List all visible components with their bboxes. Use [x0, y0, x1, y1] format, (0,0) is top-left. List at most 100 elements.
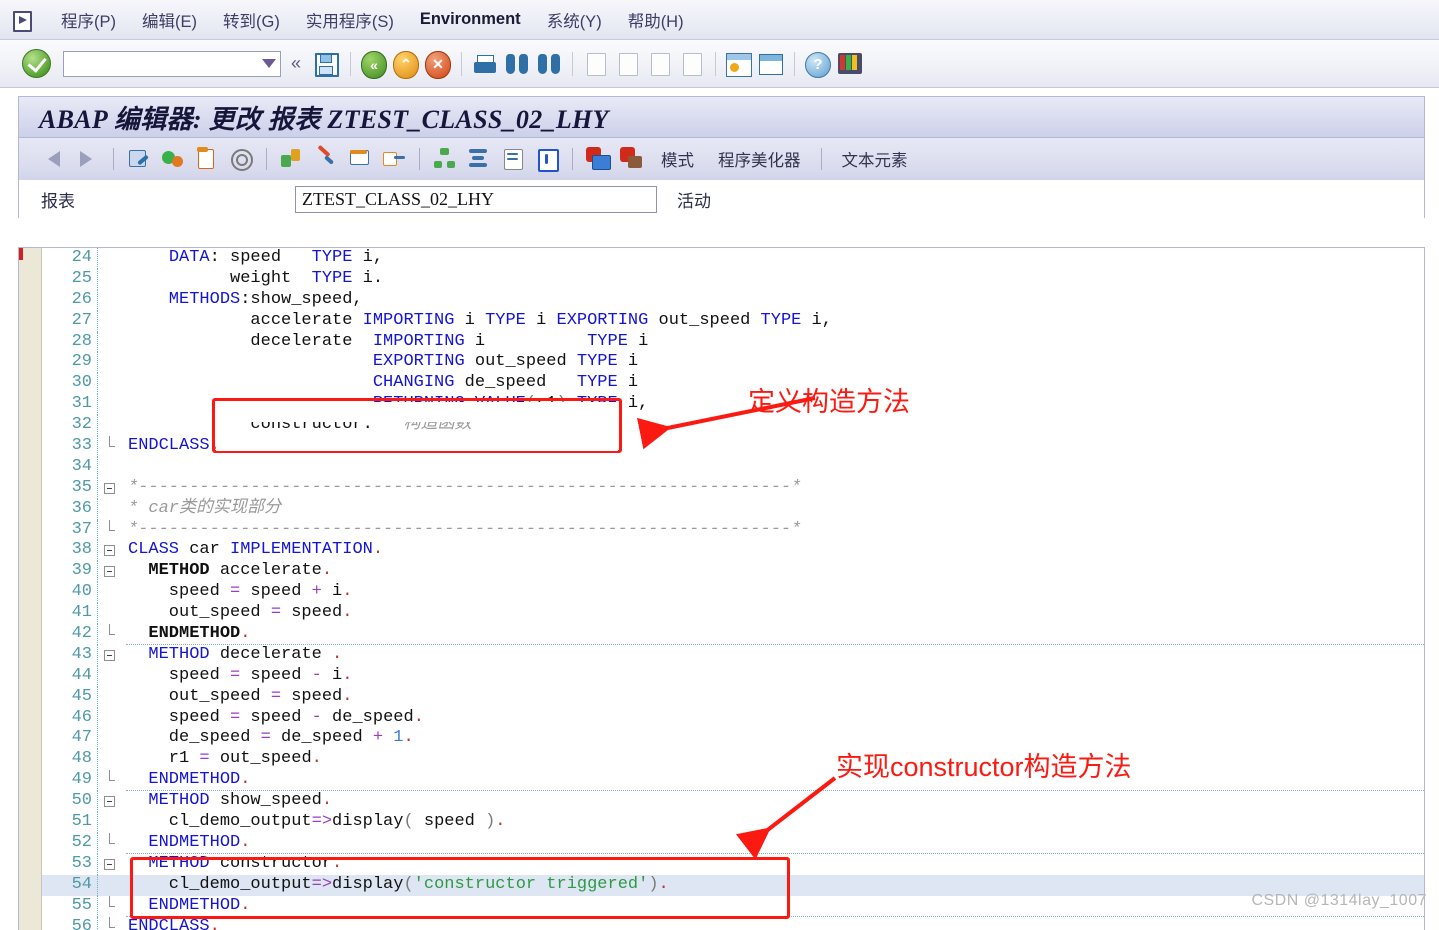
annotation-implement-constructor-text: 实现constructor构造方法 [836, 752, 1132, 782]
outline-icon[interactable] [465, 145, 493, 173]
code-line[interactable]: 56 ENDCLASS. [42, 916, 1424, 930]
last-page-icon[interactable] [678, 50, 706, 78]
code-line[interactable]: 53 METHOD constructor. [42, 853, 1424, 875]
code-line[interactable]: 26 METHODS:show_speed, [42, 289, 1424, 311]
report-name-input[interactable]: ZTEST_CLASS_02_LHY [295, 185, 657, 213]
code-text: out_speed = speed. [128, 603, 353, 623]
text-elements-button[interactable]: 文本元素 [842, 147, 908, 171]
editor-toolbar-divider [820, 148, 822, 170]
breakpoint-icon[interactable] [618, 145, 646, 173]
pretty-printer-button[interactable]: 程序美化器 [718, 147, 801, 171]
code-line[interactable]: 49 ENDMETHOD. [42, 770, 1424, 792]
code-line[interactable]: 27 accelerate IMPORTING i TYPE i EXPORTI… [42, 310, 1424, 332]
document-icon[interactable] [499, 145, 527, 173]
mode-button[interactable]: 模式 [661, 147, 694, 171]
code-line[interactable]: 54 cl_demo_output=>display('constructor … [42, 874, 1424, 896]
insert-statement-icon[interactable] [278, 145, 306, 173]
code-text: CLASS car IMPLEMENTATION. [128, 540, 384, 560]
code-line[interactable]: 48 r1 = out_speed. [42, 749, 1424, 771]
line-number: 51 [42, 812, 98, 833]
display-object-list-icon[interactable] [346, 145, 374, 173]
code-text: accelerate IMPORTING i TYPE i EXPORTING … [128, 310, 832, 330]
code-line[interactable]: 46 speed = speed - de_speed. [42, 707, 1424, 729]
menu-item-system[interactable]: 系统(Y) [534, 4, 615, 36]
code-line[interactable]: 34 [42, 456, 1424, 478]
help-icon[interactable]: ? [804, 50, 832, 78]
where-used-icon[interactable] [431, 145, 459, 173]
code-line[interactable]: 29 EXPORTING out_speed TYPE i [42, 352, 1424, 374]
menu-item-goto[interactable]: 转到(G) [210, 4, 293, 36]
toolbar-divider [350, 51, 352, 76]
check-syntax-icon[interactable] [125, 145, 153, 173]
line-number: 55 [42, 895, 98, 917]
menu-item-edit[interactable]: 编辑(E) [129, 4, 210, 36]
code-editor[interactable]: 24 DATA: speed TYPE i, 25 weight TYPE i. 2… [18, 247, 1425, 930]
cancel-icon[interactable]: ✕ [424, 50, 452, 79]
back-icon[interactable]: « [360, 50, 388, 79]
line-number: 42 [42, 624, 98, 645]
editor-toolbar-divider [419, 148, 420, 170]
code-line[interactable]: 40 speed = speed + i. [42, 582, 1424, 604]
line-number: 48 [42, 749, 98, 771]
line-number: 54 [42, 874, 98, 896]
line-number: 40 [42, 582, 98, 604]
code-line[interactable]: 50 METHOD show_speed. [42, 791, 1424, 813]
line-number: 37 [42, 519, 98, 541]
code-line[interactable]: 25 weight TYPE i. [42, 268, 1424, 290]
toolbar-chevron-icon[interactable]: « [291, 53, 301, 74]
find-next-icon[interactable] [535, 50, 563, 78]
menu-item-program[interactable]: 程序(P) [48, 4, 129, 36]
code-text: ENDCLASS. [128, 916, 220, 930]
pattern-icon[interactable] [227, 145, 255, 173]
print-icon[interactable] [471, 50, 499, 78]
copy-icon[interactable] [193, 145, 221, 173]
code-line[interactable]: 39 METHOD accelerate. [42, 561, 1424, 583]
code-line[interactable]: 30 CHANGING de_speed TYPE i [42, 373, 1424, 395]
code-line[interactable]: 35 *-------------------------------------… [42, 477, 1424, 499]
code-line[interactable]: 52 ENDMETHOD. [42, 832, 1424, 854]
code-line[interactable]: 38 CLASS car IMPLEMENTATION. [42, 540, 1424, 562]
editor-toolbar-divider [113, 148, 114, 170]
enter-ok-icon[interactable] [22, 49, 51, 78]
main-toolbar: « « ⌃ ✕ ? [0, 40, 1439, 88]
create-session-icon[interactable] [725, 50, 753, 78]
code-line[interactable]: 37 *-------------------------------------… [42, 519, 1424, 541]
code-line[interactable]: 47 de_speed = de_speed + 1. [42, 728, 1424, 750]
pretty-printer-icon[interactable] [312, 144, 340, 173]
layout-menu-icon[interactable] [836, 50, 864, 78]
menu-item-utilities[interactable]: 实用程序(S) [293, 4, 407, 36]
dropdown-triangle-icon[interactable] [262, 59, 276, 68]
find-icon[interactable] [503, 50, 531, 78]
code-line[interactable]: 45 out_speed = speed. [42, 686, 1424, 708]
code-line[interactable]: 43 METHOD decelerate . [42, 644, 1424, 666]
code-line[interactable]: 41 out_speed = speed. [42, 603, 1424, 625]
code-line[interactable]: 44 speed = speed - i. [42, 665, 1424, 687]
code-line[interactable]: 36 * car类的实现部分 [42, 498, 1424, 520]
first-page-icon[interactable] [582, 50, 610, 78]
debug-icon[interactable] [584, 145, 612, 173]
code-lines-container[interactable]: 24 DATA: speed TYPE i, 25 weight TYPE i. 2… [42, 248, 1424, 930]
line-number: 25 [42, 268, 98, 290]
editor-toolbar-divider [572, 148, 573, 170]
arrow-left-icon[interactable] [41, 146, 67, 172]
code-line[interactable]: 42 ENDMETHOD. [42, 624, 1424, 645]
activate-icon[interactable] [159, 145, 187, 173]
info-icon[interactable] [533, 145, 561, 173]
menu-item-help[interactable]: 帮助(H) [615, 4, 697, 36]
code-line[interactable]: 51 cl_demo_output=>display( speed ). [42, 812, 1424, 833]
menu-item-environment[interactable]: Environment [407, 6, 534, 33]
code-line[interactable]: 28 decelerate IMPORTING i TYPE i [42, 331, 1424, 353]
navigate-icon[interactable] [380, 145, 408, 173]
previous-page-icon[interactable] [614, 50, 642, 78]
save-icon[interactable] [313, 50, 341, 78]
page-title-wrapper: ABAP 编辑器: 更改 报表 ZTEST_CLASS_02_LHY [0, 88, 1439, 138]
code-text: speed = speed + i. [128, 582, 353, 602]
exit-icon[interactable]: ⌃ [392, 50, 420, 79]
command-field-input[interactable] [63, 50, 281, 77]
code-line[interactable]: 55 ENDMETHOD. [42, 895, 1424, 917]
next-page-icon[interactable] [646, 50, 674, 78]
create-shortcut-icon[interactable] [757, 50, 785, 78]
code-line[interactable]: 24 DATA: speed TYPE i, [42, 248, 1424, 269]
arrow-right-icon[interactable] [73, 146, 99, 172]
